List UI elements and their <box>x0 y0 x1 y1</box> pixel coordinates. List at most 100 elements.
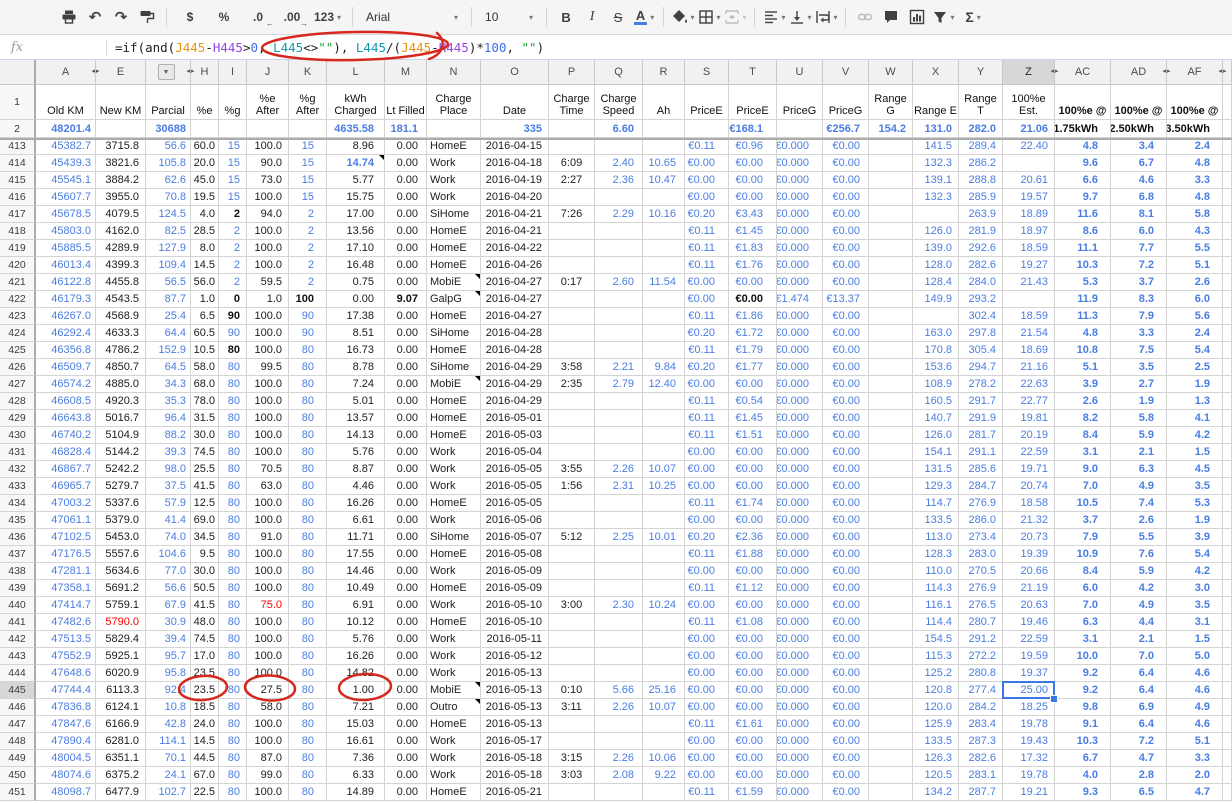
cell-V438[interactable]: €0.00 <box>823 563 869 580</box>
row-header[interactable]: 440 <box>0 597 36 614</box>
cell-X431[interactable]: 154.1 <box>913 444 959 461</box>
cell-J428[interactable]: 100.0 <box>247 393 289 410</box>
cell[interactable] <box>1223 495 1232 512</box>
cell-O427[interactable]: 2016-04-29 <box>481 376 549 393</box>
cell-Q432[interactable]: 2.26 <box>595 461 643 478</box>
cell-S436[interactable]: €0.20 <box>685 529 729 546</box>
cell-F438[interactable]: 77.0 <box>146 563 191 580</box>
format-percent-button[interactable]: % <box>208 5 240 29</box>
cell-N435[interactable]: Work <box>427 512 481 529</box>
cell-I425[interactable]: 80 <box>219 342 247 359</box>
cell-A430[interactable]: 46740.2 <box>36 427 96 444</box>
horizontal-align-button[interactable]: ▾ <box>762 5 786 29</box>
cell-W426[interactable] <box>869 359 913 376</box>
row-header[interactable]: 416 <box>0 189 36 206</box>
cell-M416[interactable]: 0.00 <box>385 189 427 206</box>
cell-K421[interactable]: 2 <box>289 274 327 291</box>
cell-I442[interactable]: 80 <box>219 631 247 648</box>
cell-E436[interactable]: 5453.0 <box>96 529 146 546</box>
cell-R418[interactable] <box>643 223 685 240</box>
cell-H446[interactable]: 18.5 <box>191 699 219 716</box>
cell-Z443[interactable]: 19.59 <box>1003 648 1055 665</box>
cell-K433[interactable]: 80 <box>289 478 327 495</box>
cell-AD450[interactable]: 2.8 <box>1111 767 1167 784</box>
cell-A448[interactable]: 47890.4 <box>36 733 96 750</box>
cell-T423[interactable]: €1.86 <box>729 308 777 325</box>
cell-H444[interactable]: 23.5 <box>191 665 219 682</box>
cell-H433[interactable]: 41.5 <box>191 478 219 495</box>
cell-O416[interactable]: 2016-04-20 <box>481 189 549 206</box>
totals-cell-A[interactable]: 48201.4 <box>36 120 96 138</box>
cell-P448[interactable] <box>549 733 595 750</box>
cell-AF442[interactable]: 1.5 <box>1167 631 1223 648</box>
cell-I436[interactable]: 80 <box>219 529 247 546</box>
cell-H443[interactable]: 17.0 <box>191 648 219 665</box>
cell-AC434[interactable]: 10.5 <box>1055 495 1111 512</box>
row-header[interactable]: 444 <box>0 665 36 682</box>
cell[interactable] <box>1223 478 1232 495</box>
cell-W447[interactable] <box>869 716 913 733</box>
cell-K420[interactable]: 2 <box>289 257 327 274</box>
cell-U415[interactable]: €0.000 <box>777 172 823 189</box>
totals-cell-R[interactable] <box>643 120 685 138</box>
cell-T421[interactable]: €0.00 <box>729 274 777 291</box>
cell-AD422[interactable]: 8.3 <box>1111 291 1167 308</box>
cell-Y423[interactable]: 302.4 <box>959 308 1003 325</box>
cell[interactable] <box>1223 172 1232 189</box>
cell-S447[interactable]: €0.11 <box>685 716 729 733</box>
cell-Y450[interactable]: 283.1 <box>959 767 1003 784</box>
cell-AD434[interactable]: 7.4 <box>1111 495 1167 512</box>
cell-S441[interactable]: €0.11 <box>685 614 729 631</box>
cell-AF425[interactable]: 5.4 <box>1167 342 1223 359</box>
cell-E430[interactable]: 5104.9 <box>96 427 146 444</box>
cell-AC418[interactable]: 8.6 <box>1055 223 1111 240</box>
cell-N419[interactable]: HomeE <box>427 240 481 257</box>
cell-P436[interactable]: 5:12 <box>549 529 595 546</box>
cell-X446[interactable]: 120.0 <box>913 699 959 716</box>
cell-A423[interactable]: 46267.0 <box>36 308 96 325</box>
cell-O419[interactable]: 2016-04-22 <box>481 240 549 257</box>
cell-A420[interactable]: 46013.4 <box>36 257 96 274</box>
cell-I417[interactable]: 2 <box>219 206 247 223</box>
cell-U424[interactable]: €0.000 <box>777 325 823 342</box>
cell-X419[interactable]: 139.0 <box>913 240 959 257</box>
cell-O417[interactable]: 2016-04-21 <box>481 206 549 223</box>
cell-L423[interactable]: 17.38 <box>327 308 385 325</box>
cell-L415[interactable]: 5.77 <box>327 172 385 189</box>
totals-cell-AF[interactable]: 3.50kWh <box>1167 120 1223 138</box>
cell-J418[interactable]: 100.0 <box>247 223 289 240</box>
cell-W424[interactable] <box>869 325 913 342</box>
cell-P422[interactable] <box>549 291 595 308</box>
cell-P451[interactable] <box>549 784 595 801</box>
cell-Y429[interactable]: 291.9 <box>959 410 1003 427</box>
cell-L428[interactable]: 5.01 <box>327 393 385 410</box>
totals-cell-N[interactable] <box>427 120 481 138</box>
cell-AF423[interactable]: 5.6 <box>1167 308 1223 325</box>
cell-V424[interactable]: €0.00 <box>823 325 869 342</box>
cell-O424[interactable]: 2016-04-28 <box>481 325 549 342</box>
cell-H421[interactable]: 56.0 <box>191 274 219 291</box>
cell-F434[interactable]: 57.9 <box>146 495 191 512</box>
cell-Q442[interactable] <box>595 631 643 648</box>
cell-E441[interactable]: 5790.0 <box>96 614 146 631</box>
cell-P441[interactable] <box>549 614 595 631</box>
cell-V440[interactable]: €0.00 <box>823 597 869 614</box>
cell-P425[interactable] <box>549 342 595 359</box>
column-title-Z[interactable]: 100%e Est. <box>1003 85 1055 120</box>
cell-R449[interactable]: 10.06 <box>643 750 685 767</box>
cell-O428[interactable]: 2016-04-29 <box>481 393 549 410</box>
cell-M415[interactable]: 0.00 <box>385 172 427 189</box>
cell-W417[interactable] <box>869 206 913 223</box>
cell-T434[interactable]: €1.74 <box>729 495 777 512</box>
cell-AC420[interactable]: 10.3 <box>1055 257 1111 274</box>
column-header-Q[interactable]: Q <box>595 60 643 85</box>
cell-S420[interactable]: €0.11 <box>685 257 729 274</box>
cell[interactable] <box>1223 580 1232 597</box>
cell-J444[interactable]: 100.0 <box>247 665 289 682</box>
column-title-X[interactable]: Range E <box>913 85 959 120</box>
cell-AD423[interactable]: 7.9 <box>1111 308 1167 325</box>
cell-I418[interactable]: 2 <box>219 223 247 240</box>
cell-N441[interactable]: HomeE <box>427 614 481 631</box>
cell-N418[interactable]: HomeE <box>427 223 481 240</box>
cell-L429[interactable]: 13.57 <box>327 410 385 427</box>
